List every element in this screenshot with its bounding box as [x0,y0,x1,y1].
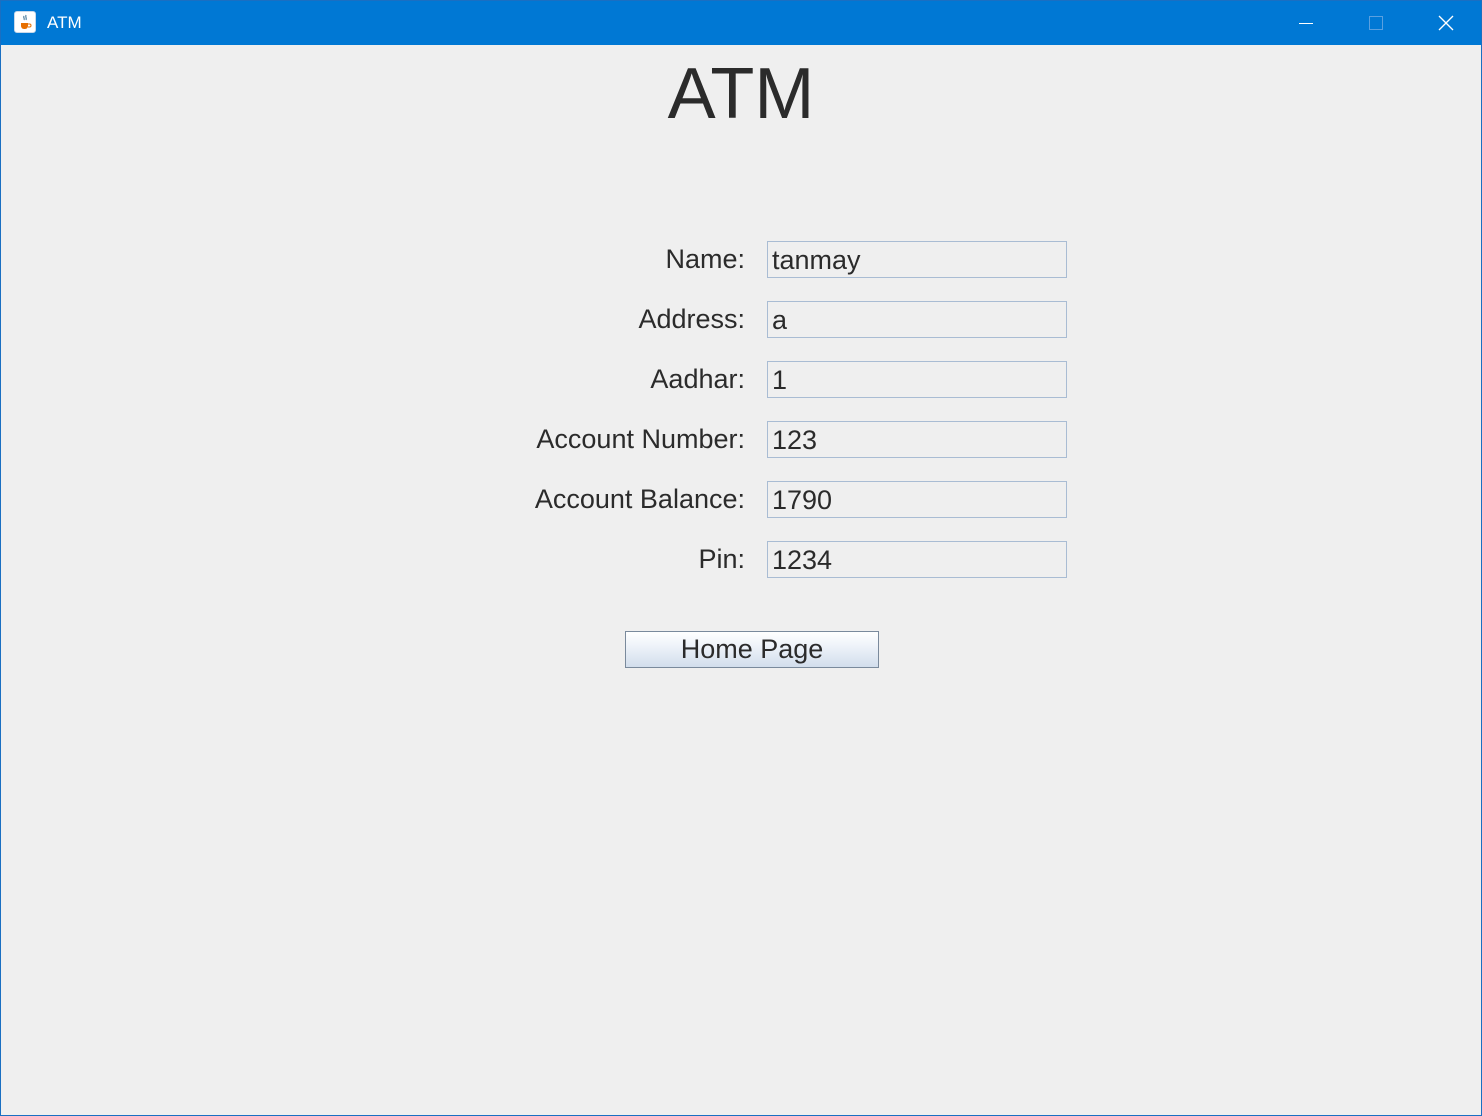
aadhar-label: Aadhar: [650,364,745,394]
form-row-aadhar: Aadhar: [1,361,1481,398]
close-button[interactable] [1411,1,1481,45]
address-field[interactable] [767,301,1067,338]
form-row-pin: Pin: [1,541,1481,578]
page-heading: ATM [667,54,815,134]
account-number-field[interactable] [767,421,1067,458]
account-balance-field[interactable] [767,481,1067,518]
java-cup-icon [14,11,36,33]
home-page-button[interactable]: Home Page [625,631,879,668]
form-row-account-number: Account Number: [1,421,1481,458]
window-title: ATM [47,13,82,32]
minimize-button[interactable] [1271,1,1341,45]
address-label: Address: [638,304,745,334]
form-row-account-balance: Account Balance: [1,481,1481,518]
form-row-name: Name: [1,241,1481,278]
name-label: Name: [665,244,745,274]
minimize-icon [1299,23,1313,24]
aadhar-field[interactable] [767,361,1067,398]
maximize-button[interactable] [1341,1,1411,45]
account-number-label: Account Number: [536,424,745,454]
pin-field[interactable] [767,541,1067,578]
form-row-address: Address: [1,301,1481,338]
close-icon [1438,15,1454,31]
title-bar[interactable]: ATM [1,1,1481,45]
maximize-icon [1369,16,1383,30]
name-field[interactable] [767,241,1067,278]
account-balance-label: Account Balance: [534,484,745,514]
atm-window: ATM ATM Name: Address: Aadhar: [0,0,1482,1116]
pin-label: Pin: [698,544,745,574]
